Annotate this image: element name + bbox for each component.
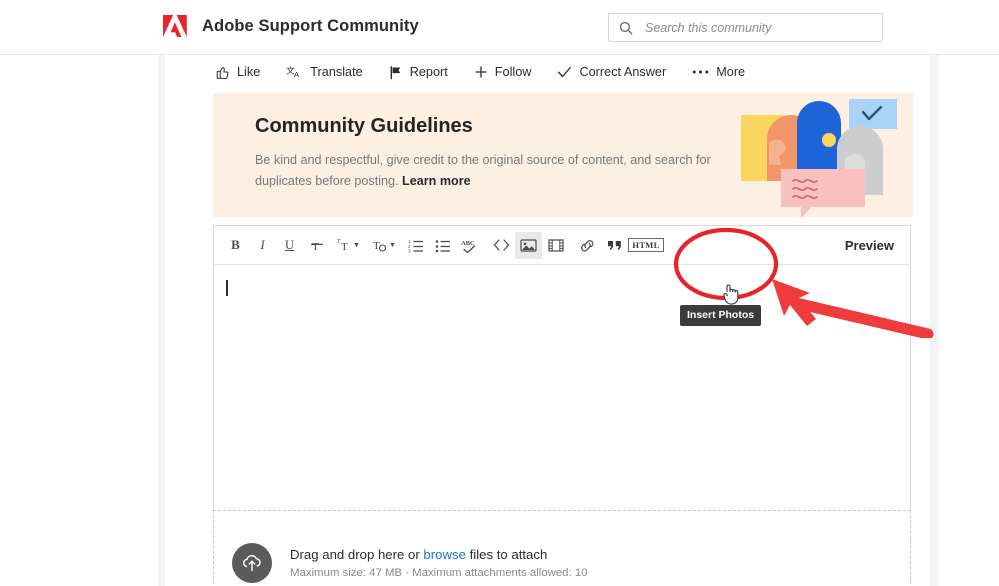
search-input[interactable] [645, 21, 874, 35]
more-label: More [716, 66, 745, 79]
guidelines-title: Community Guidelines [255, 115, 473, 138]
ordered-list-icon: 1 2 3 [408, 238, 424, 253]
text-color-button[interactable]: T ▼ [366, 232, 402, 259]
svg-text:T: T [341, 241, 348, 253]
bulleted-list-icon [435, 238, 451, 253]
svg-text:T: T [312, 241, 319, 253]
bulleted-list-button[interactable] [429, 232, 456, 259]
html-icon: HTML [628, 238, 663, 252]
editor-textarea[interactable] [214, 265, 910, 549]
learn-more-link[interactable]: Learn more [402, 174, 471, 188]
bold-button[interactable]: B [222, 232, 249, 259]
ellipsis-icon [692, 69, 709, 75]
report-label: Report [410, 66, 448, 79]
spell-check-button[interactable]: ABC [456, 232, 483, 259]
search-box[interactable] [608, 13, 883, 42]
chevron-down-icon: ▼ [353, 242, 360, 249]
editor-toolbar: B I U T T T [214, 226, 910, 265]
quote-icon [606, 238, 623, 252]
attachment-title: Drag and drop here or browse files to at… [290, 546, 588, 564]
ordered-list-button[interactable]: 1 2 3 [402, 232, 429, 259]
community-illustration [733, 93, 913, 217]
follow-button[interactable]: Follow [474, 61, 546, 83]
report-button[interactable]: Report [389, 61, 462, 84]
thumbs-up-icon [215, 65, 230, 80]
attachment-subtitle: Maximum size: 47 MB · Maximum attachment… [290, 567, 588, 579]
like-button[interactable]: Like [215, 61, 274, 84]
brand-title: Adobe Support Community [202, 17, 419, 36]
correct-answer-button[interactable]: Correct Answer [557, 61, 680, 83]
chevron-down-icon: ▼ [389, 242, 396, 249]
follow-label: Follow [495, 66, 532, 79]
hand-cursor-icon [721, 283, 741, 307]
plus-icon [474, 65, 488, 79]
attachment-text: Drag and drop here or browse files to at… [290, 546, 588, 579]
left-margin [0, 55, 158, 586]
italic-icon: I [260, 237, 264, 253]
font-size-button[interactable]: T T ▼ [330, 232, 366, 259]
post-action-bar: Like 文 A Translate Report [215, 55, 771, 89]
left-gutter-strip [158, 55, 165, 586]
translate-button[interactable]: 文 A Translate [286, 61, 376, 84]
insert-video-button[interactable] [542, 232, 569, 259]
blockquote-button[interactable] [601, 232, 628, 259]
page-root: Adobe Support Community Like 文 [0, 0, 999, 586]
svg-text:A: A [294, 70, 299, 79]
link-icon [579, 238, 596, 253]
svg-text:T: T [373, 240, 380, 252]
font-size-icon: T T [336, 237, 351, 253]
code-icon [493, 238, 510, 252]
right-margin [939, 55, 999, 586]
html-source-button[interactable]: HTML [628, 232, 664, 259]
upload-icon-circle [232, 543, 272, 583]
check-icon [557, 65, 572, 79]
right-gutter-strip [930, 55, 939, 586]
strikethrough-button[interactable]: T [303, 232, 330, 259]
insert-photos-button[interactable] [515, 232, 542, 259]
spell-check-label: ABC [461, 240, 475, 247]
reply-editor: B I U T T T [213, 225, 911, 550]
guidelines-description-text: Be kind and respectful, give credit to t… [255, 153, 711, 188]
cloud-upload-icon [241, 553, 263, 573]
guidelines-description: Be kind and respectful, give credit to t… [255, 150, 765, 192]
text-caret [226, 280, 228, 296]
browse-link[interactable]: browse [423, 547, 466, 562]
attachment-title-suffix: files to attach [466, 547, 547, 562]
correct-answer-label: Correct Answer [579, 66, 666, 79]
translate-icon: 文 A [286, 65, 303, 80]
bold-icon: B [231, 237, 240, 253]
italic-button[interactable]: I [249, 232, 276, 259]
svg-text:3: 3 [408, 248, 411, 253]
film-icon [548, 238, 564, 253]
attachment-dropzone[interactable]: Drag and drop here or browse files to at… [213, 510, 911, 586]
translate-label: Translate [310, 66, 362, 79]
search-icon [619, 21, 633, 35]
attachment-title-prefix: Drag and drop here or [290, 547, 423, 562]
spell-check-icon: ABC [461, 237, 479, 253]
flag-icon [389, 65, 403, 80]
underline-icon: U [285, 238, 294, 253]
insert-photos-tooltip: Insert Photos [680, 305, 761, 326]
strikethrough-icon: T [309, 237, 325, 253]
insert-code-button[interactable] [488, 232, 515, 259]
preview-button[interactable]: Preview [845, 238, 900, 253]
image-icon [520, 238, 537, 253]
adobe-logo-icon [162, 14, 188, 38]
underline-button[interactable]: U [276, 232, 303, 259]
community-guidelines-banner: Community Guidelines Be kind and respect… [213, 93, 913, 217]
brand[interactable]: Adobe Support Community [162, 14, 419, 38]
like-label: Like [237, 66, 260, 79]
more-button[interactable]: More [692, 62, 759, 83]
text-color-icon: T [372, 237, 387, 253]
content-panel: Like 文 A Translate Report [165, 55, 930, 586]
insert-link-button[interactable] [574, 232, 601, 259]
site-header: Adobe Support Community [0, 0, 999, 55]
